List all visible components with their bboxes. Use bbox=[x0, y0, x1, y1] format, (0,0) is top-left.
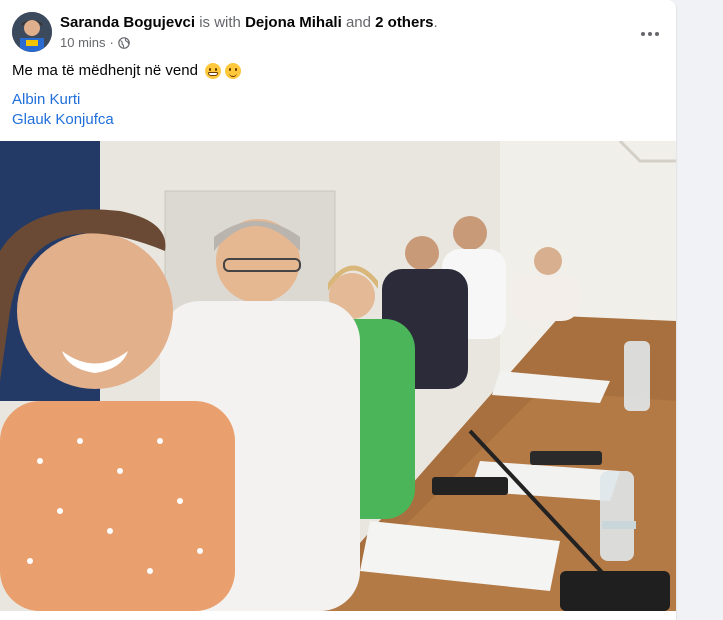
more-dot bbox=[641, 32, 645, 36]
more-options-button[interactable] bbox=[632, 16, 668, 52]
with-text: is with bbox=[199, 14, 241, 31]
mention-link[interactable]: Glauk Konjufca bbox=[12, 111, 114, 128]
post-photo[interactable] bbox=[0, 141, 676, 611]
meta-separator: · bbox=[109, 35, 114, 50]
and-text: and bbox=[345, 14, 371, 31]
globe-icon[interactable] bbox=[118, 36, 130, 49]
avatar-image bbox=[12, 12, 52, 52]
grinning-face-icon bbox=[204, 62, 221, 79]
mention-link[interactable]: Albin Kurti bbox=[12, 91, 80, 108]
post-text: Me ma të mëdhenjt në vend bbox=[12, 62, 241, 79]
post-header: Saranda Bogujevci is with Dejona Mihali … bbox=[12, 12, 662, 54]
others-link[interactable]: 2 others bbox=[375, 14, 433, 31]
period: . bbox=[433, 14, 438, 31]
photo-image bbox=[0, 141, 676, 611]
post-card: Saranda Bogujevci is with Dejona Mihali … bbox=[0, 0, 676, 620]
tagged-person[interactable]: Dejona Mihali bbox=[245, 14, 342, 31]
page-scrollbar[interactable] bbox=[714, 0, 723, 620]
more-dot bbox=[655, 32, 659, 36]
author-avatar[interactable] bbox=[12, 12, 52, 52]
post-message: Me ma të mëdhenjt në vend bbox=[12, 62, 198, 79]
timestamp[interactable]: 10 mins bbox=[60, 35, 106, 50]
author-name[interactable]: Saranda Bogujevci bbox=[60, 14, 195, 31]
post-meta: 10 mins · bbox=[60, 35, 130, 50]
post-attribution: Saranda Bogujevci is with Dejona Mihali … bbox=[60, 14, 438, 31]
more-dot bbox=[648, 32, 652, 36]
winking-face-icon bbox=[224, 62, 241, 79]
